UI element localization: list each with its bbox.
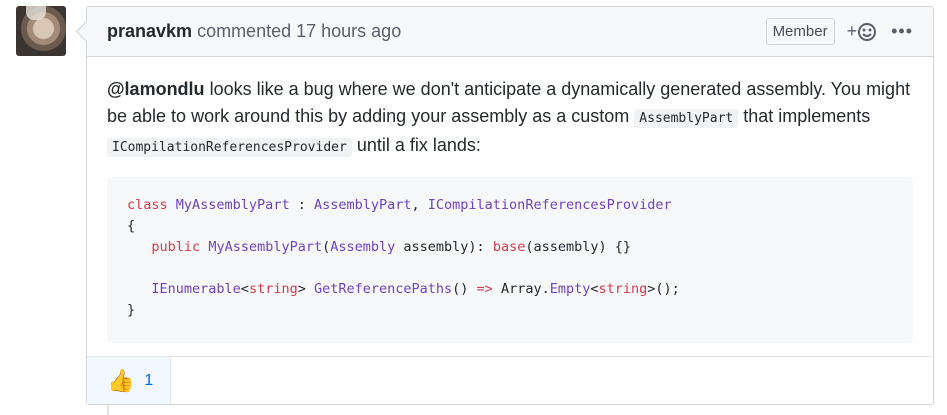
code-block: class MyAssemblyPart : AssemblyPart, ICo… bbox=[107, 177, 913, 343]
comment-action: commented bbox=[197, 21, 292, 41]
thumbs-up-icon: 👍 bbox=[107, 367, 135, 393]
reactions-bar: 👍 1 bbox=[87, 356, 933, 404]
body-text-3: until a fix lands: bbox=[351, 135, 481, 155]
comment-box: pranavkm commented 17 hours ago Member +… bbox=[75, 6, 934, 405]
role-badge: Member bbox=[765, 18, 835, 45]
inline-code-provider: ICompilationReferencesProvider bbox=[107, 138, 352, 157]
inline-code-assemblypart: AssemblyPart bbox=[634, 109, 739, 128]
smiley-icon bbox=[858, 22, 877, 41]
timeline-line bbox=[107, 405, 109, 415]
author-link[interactable]: pranavkm bbox=[107, 21, 192, 41]
add-reaction-button[interactable]: + bbox=[847, 21, 878, 42]
plus-label: + bbox=[846, 21, 858, 41]
reaction-thumbs-up[interactable]: 👍 1 bbox=[87, 357, 171, 404]
avatar[interactable] bbox=[16, 6, 66, 56]
comment-body: @lamondlu looks like a bug where we don'… bbox=[87, 57, 933, 343]
more-options-button[interactable]: ••• bbox=[891, 21, 913, 42]
reaction-count: 1 bbox=[144, 371, 154, 389]
comment-header-text: pranavkm commented 17 hours ago bbox=[107, 21, 766, 42]
body-text-2: that implements bbox=[738, 106, 871, 126]
user-mention[interactable]: @lamondlu bbox=[107, 79, 205, 99]
comment-header: pranavkm commented 17 hours ago Member +… bbox=[87, 7, 933, 57]
comment-paragraph: @lamondlu looks like a bug where we don'… bbox=[107, 76, 913, 161]
comment-time[interactable]: 17 hours ago bbox=[296, 21, 401, 41]
